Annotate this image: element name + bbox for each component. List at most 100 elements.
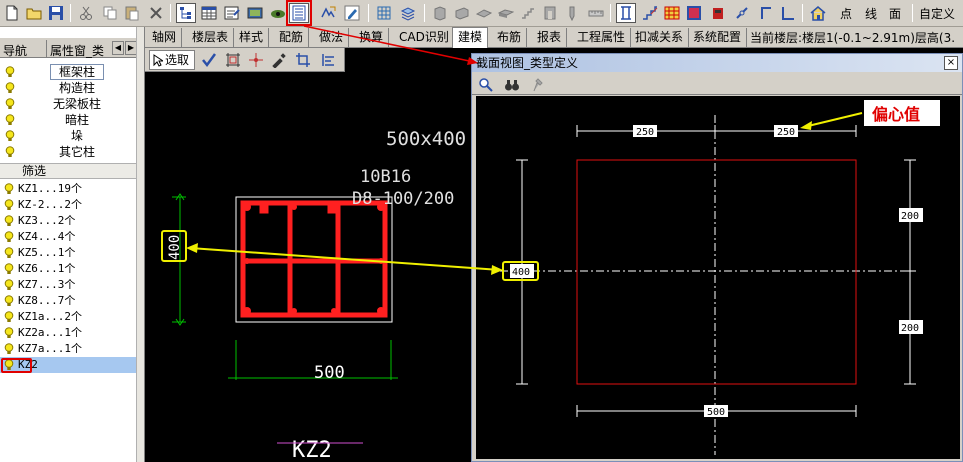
bulb-icon	[4, 247, 14, 258]
tab-8[interactable]: 布筋	[492, 28, 528, 47]
layers-icon[interactable]	[398, 3, 418, 23]
section-view-icon[interactable]	[286, 0, 312, 26]
tab-4[interactable]: 做法	[314, 28, 350, 47]
list-item[interactable]: KZ4...4个	[0, 229, 136, 245]
angle-icon[interactable]	[778, 3, 798, 23]
type-item[interactable]: 垛	[0, 128, 136, 144]
cut-icon[interactable]	[76, 3, 96, 23]
left-panel-scrollbar[interactable]	[136, 27, 144, 462]
list-item[interactable]: KZ3...2个	[0, 213, 136, 229]
line-button[interactable]: 线	[865, 5, 877, 22]
eye-icon[interactable]	[268, 3, 288, 23]
grid-icon[interactable]	[374, 3, 394, 23]
dialog-close-button[interactable]: ×	[944, 56, 958, 70]
define-icon[interactable]	[318, 3, 338, 23]
save-icon[interactable]	[46, 3, 66, 23]
list-item[interactable]: KZ5...1个	[0, 245, 136, 261]
copy-icon[interactable]	[100, 3, 120, 23]
list-item[interactable]: KZ6...1个	[0, 261, 136, 277]
properties-icon[interactable]	[222, 3, 242, 23]
component-label: KZ-2...2个	[18, 198, 82, 211]
type-item[interactable]: 暗柱	[0, 112, 136, 128]
stair-tool-icon[interactable]	[518, 3, 538, 23]
tab-scroll-left-icon[interactable]: ◀	[112, 41, 124, 55]
bulb-icon	[4, 183, 14, 194]
tab-7[interactable]: 建模	[452, 27, 489, 48]
select-layer-icon[interactable]	[176, 3, 196, 23]
tab-5[interactable]: 换算	[354, 28, 390, 47]
tool-gray-icon[interactable]	[528, 76, 547, 94]
edit-icon[interactable]	[342, 3, 362, 23]
tab-0[interactable]: 轴网	[147, 28, 183, 47]
section-canvas[interactable]	[476, 96, 960, 459]
list-item[interactable]: KZ1a...2个	[0, 309, 136, 325]
binoculars-icon[interactable]	[502, 76, 521, 94]
table-icon[interactable]	[199, 3, 219, 23]
paste-icon[interactable]	[122, 3, 142, 23]
new-file-icon[interactable]	[2, 3, 22, 23]
crop-icon[interactable]	[293, 51, 312, 69]
bulb-icon	[5, 114, 15, 125]
home-icon[interactable]	[808, 3, 828, 23]
bulb-icon	[4, 199, 14, 210]
type-item[interactable]: 框架柱	[0, 64, 136, 80]
type-item[interactable]: 构造柱	[0, 80, 136, 96]
component-label: KZ6...1个	[18, 262, 76, 275]
stairs-blue-icon[interactable]	[640, 3, 660, 23]
bulb-icon	[4, 327, 14, 338]
tab-9[interactable]: 报表	[532, 28, 568, 47]
check-icon[interactable]	[199, 51, 218, 69]
type-item[interactable]: 其它柱	[0, 144, 136, 160]
tab-12[interactable]: 系统配置	[688, 28, 748, 47]
component-label: KZ1...19个	[18, 182, 82, 195]
link-icon[interactable]	[732, 3, 752, 23]
ruler-tool-icon[interactable]	[586, 3, 606, 23]
cad-toolbar: 选取	[145, 48, 345, 72]
tab-3[interactable]: 配筋	[274, 28, 310, 47]
list-item[interactable]: KZ2a...1个	[0, 325, 136, 341]
tab-properties[interactable]: 属性窗_类	[46, 40, 107, 58]
filter-header[interactable]: 筛选	[0, 163, 136, 179]
type-label: 其它柱	[58, 145, 95, 159]
corner-icon[interactable]	[756, 3, 776, 23]
delete-icon[interactable]	[146, 3, 166, 23]
eyedropper-icon[interactable]	[269, 51, 288, 69]
custom-button[interactable]: 自定义	[919, 5, 955, 22]
beam-tool-icon[interactable]	[496, 3, 516, 23]
grid-red-icon[interactable]	[662, 3, 682, 23]
point-snap-icon[interactable]	[246, 51, 265, 69]
list-item[interactable]: KZ7a...1个	[0, 341, 136, 357]
type-label: 垛	[70, 129, 83, 143]
select-button[interactable]: 选取	[149, 50, 195, 70]
align-icon[interactable]	[319, 51, 338, 69]
tab-1[interactable]: 楼层表	[187, 28, 235, 47]
zoom-icon[interactable]	[476, 76, 495, 94]
opening-tool-icon[interactable]	[540, 3, 560, 23]
list-item[interactable]: KZ8...7个	[0, 293, 136, 309]
tab-6[interactable]: CAD识别	[394, 28, 455, 47]
point-button[interactable]: 点	[840, 5, 852, 22]
bulb-icon	[4, 279, 14, 290]
list-item[interactable]: KZ7...3个	[0, 277, 136, 293]
component-label: KZ8...7个	[18, 294, 76, 307]
tab-2[interactable]: 样式	[234, 28, 270, 47]
list-item[interactable]: KZ-2...2个	[0, 197, 136, 213]
cube-icon[interactable]	[708, 3, 728, 23]
grid-select-icon[interactable]	[223, 51, 242, 69]
type-item[interactable]: 无梁板柱	[0, 96, 136, 112]
open-folder-icon[interactable]	[24, 3, 44, 23]
face-button[interactable]: 面	[889, 5, 901, 22]
tab-11[interactable]: 扣减关系	[630, 28, 690, 47]
column-tool-icon[interactable]	[430, 3, 450, 23]
block-icon[interactable]	[684, 3, 704, 23]
wall-tool-icon[interactable]	[452, 3, 472, 23]
tab-10[interactable]: 工程属性	[572, 28, 632, 47]
left-panel-tabs: 导航 属性窗_类 ◀ ▶	[0, 38, 140, 58]
component-label: KZ3...2个	[18, 214, 76, 227]
tab-navigation[interactable]: 导航	[0, 40, 30, 58]
slab-tool-icon[interactable]	[474, 3, 494, 23]
pile-tool-icon[interactable]	[562, 3, 582, 23]
view-icon[interactable]	[245, 3, 265, 23]
list-item[interactable]: KZ1...19个	[0, 181, 136, 197]
pillar-icon[interactable]	[616, 3, 636, 23]
